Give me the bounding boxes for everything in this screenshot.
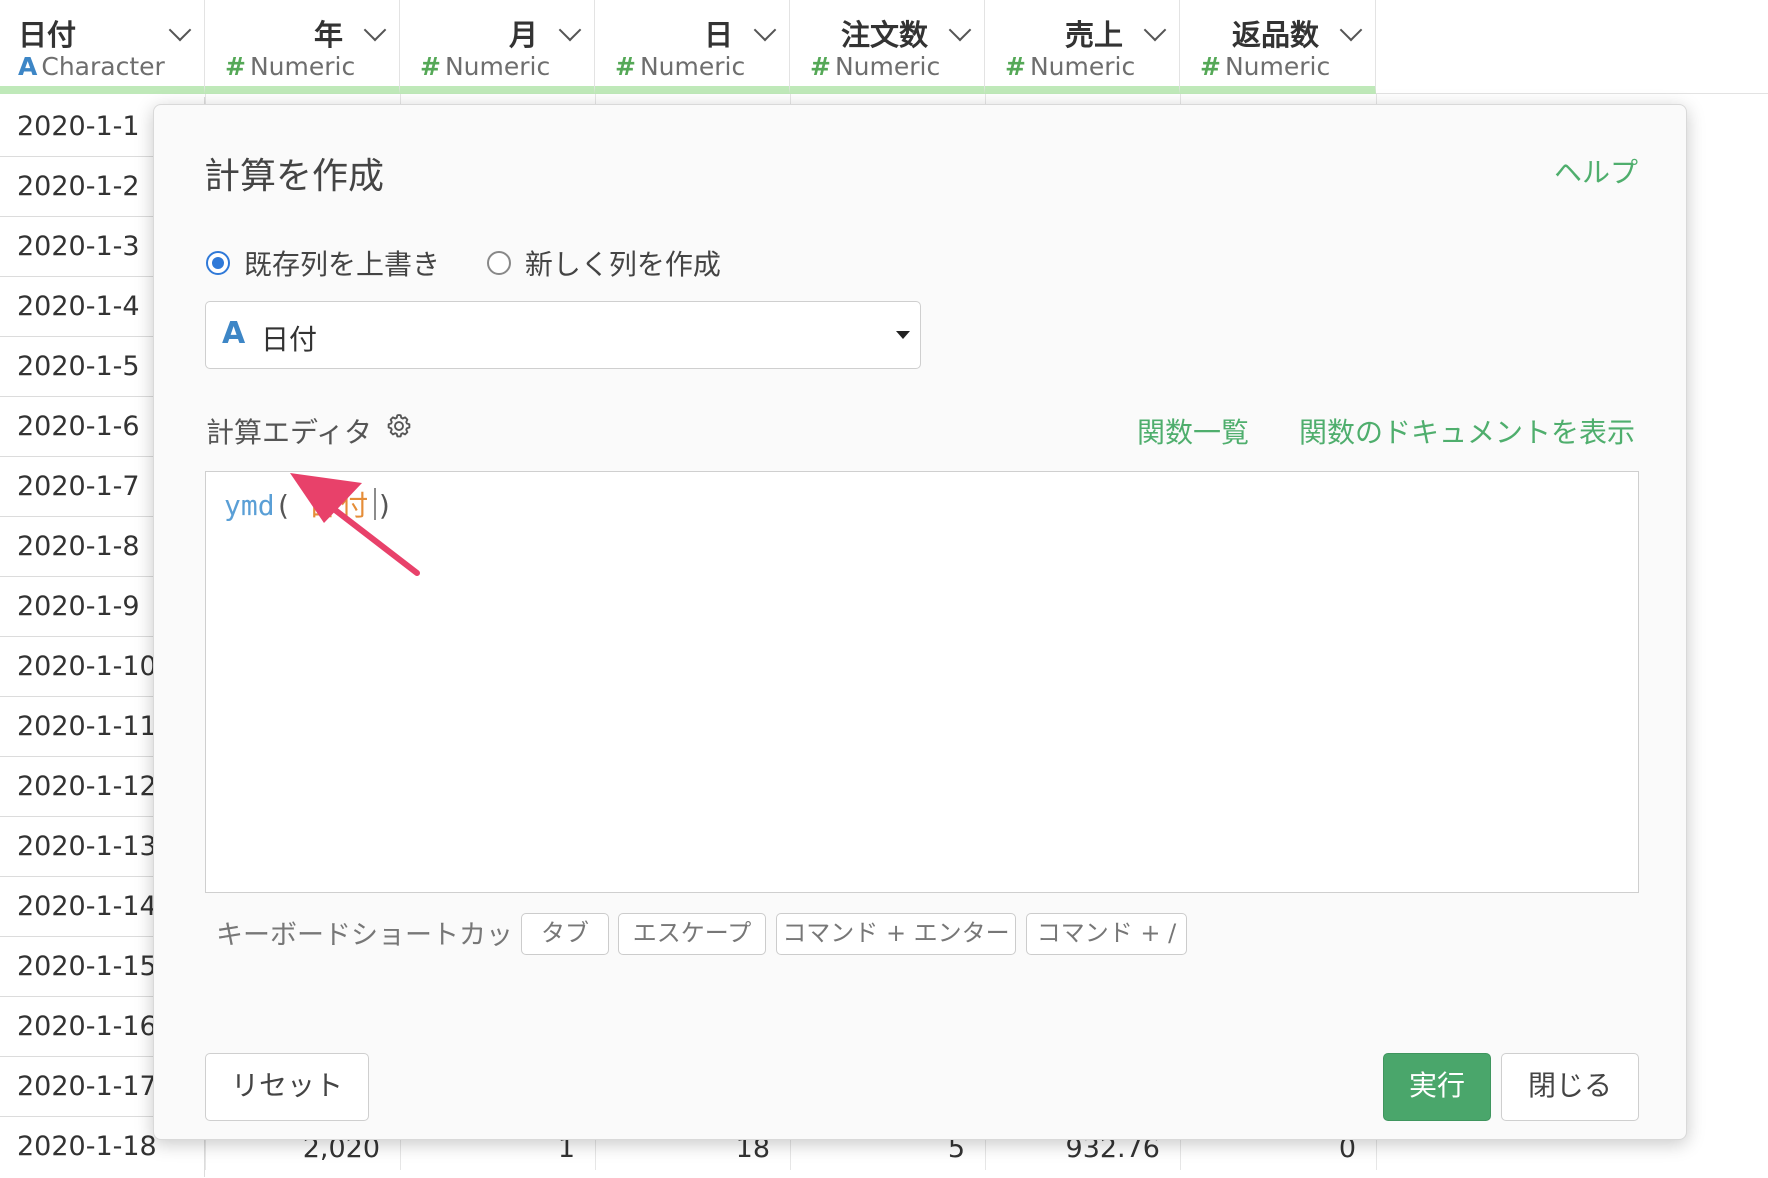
column-name: 返品数 [1231, 18, 1319, 52]
column-header-orders[interactable]: 注文数 # Numeric [790, 0, 985, 94]
column-type: # Numeric [615, 52, 745, 81]
column-name: 注文数 [840, 18, 928, 52]
column-type-label: Numeric [1224, 52, 1331, 81]
function-list-link[interactable]: 関数一覧 [1137, 411, 1249, 451]
code-line: ymd( 日付) [224, 484, 393, 524]
dialog-title: 計算を作成 [204, 156, 385, 197]
column-type: # Numeric [420, 52, 550, 81]
numeric-type-icon: # [615, 52, 636, 81]
shortcut-cmd-enter: コマンド + エンター [776, 913, 1016, 955]
column-header-year[interactable]: 年 # Numeric [205, 0, 400, 94]
chevron-down-icon[interactable] [948, 18, 972, 42]
column-type-label: Numeric [249, 52, 356, 81]
shortcut-tab: タブ [521, 913, 609, 955]
character-type-icon: A [18, 52, 38, 81]
run-button[interactable]: 実行 [1383, 1053, 1491, 1121]
editor-label: 計算エディタ [206, 416, 373, 449]
column-name: 月 [508, 18, 538, 52]
create-calculation-dialog: 計算を作成 ヘルプ 既存列を上書き 新しく列を作成 A 日付 計算エディタ 関数… [153, 104, 1687, 1140]
column-type: # Numeric [225, 52, 355, 81]
radio-overwrite[interactable] [206, 251, 230, 275]
function-docs-link[interactable]: 関数のドキュメントを表示 [1299, 411, 1635, 451]
chevron-down-icon[interactable] [168, 18, 192, 42]
column-header-month[interactable]: 月 # Numeric [400, 0, 595, 94]
column-type: # Numeric [1005, 52, 1135, 81]
numeric-type-icon: # [1200, 52, 1221, 81]
column-header-date[interactable]: 日付 A Character [0, 0, 205, 94]
column-type-label: Character [41, 52, 165, 81]
column-type-label: Numeric [639, 52, 746, 81]
radio-overwrite-label: 既存列を上書き [244, 248, 441, 281]
character-type-icon: A [222, 316, 246, 351]
numeric-type-icon: # [420, 52, 441, 81]
chevron-down-icon[interactable] [558, 18, 582, 42]
caret-down-icon [896, 331, 910, 339]
code-close-paren: ) [376, 489, 394, 522]
column-type-label: Numeric [834, 52, 941, 81]
column-type-label: Numeric [1029, 52, 1136, 81]
close-button[interactable]: 閉じる [1501, 1053, 1639, 1121]
column-header-sales[interactable]: 売上 # Numeric [985, 0, 1180, 94]
code-function: ymd [224, 489, 275, 522]
code-column-ref: 日付 [308, 489, 373, 522]
calculation-editor[interactable]: ymd( 日付) [205, 471, 1639, 893]
column-name: 売上 [1064, 18, 1123, 52]
column-type-label: Numeric [444, 52, 551, 81]
column-header-day[interactable]: 日 # Numeric [595, 0, 790, 94]
radio-overwrite-option[interactable]: 既存列を上書き [206, 243, 440, 283]
target-column-select[interactable]: A 日付 [205, 301, 921, 369]
shortcuts-label: キーボードショートカット: [216, 920, 550, 951]
column-type: # Numeric [1200, 52, 1330, 81]
column-name: 日付 [18, 18, 77, 52]
column-type: # Numeric [810, 52, 940, 81]
chevron-down-icon[interactable] [1339, 18, 1363, 42]
column-name: 日 [703, 18, 733, 52]
selected-column-label: 日付 [261, 323, 318, 356]
chevron-down-icon[interactable] [1143, 18, 1167, 42]
column-header-returns[interactable]: 返品数 # Numeric [1180, 0, 1376, 94]
radio-new[interactable] [486, 251, 511, 275]
help-link[interactable]: ヘルプ [1554, 151, 1638, 191]
gear-icon[interactable] [384, 411, 414, 441]
numeric-type-icon: # [810, 52, 831, 81]
column-name: 年 [313, 18, 343, 52]
radio-new-option[interactable]: 新しく列を作成 [486, 243, 721, 283]
numeric-type-icon: # [1005, 52, 1026, 81]
radio-new-label: 新しく列を作成 [524, 248, 721, 281]
column-type: A Character [18, 52, 165, 81]
chevron-down-icon[interactable] [753, 18, 777, 42]
mode-radio-group: 既存列を上書き 新しく列を作成 [206, 243, 759, 283]
code-open-paren: ( [274, 489, 292, 522]
reset-button[interactable]: リセット [205, 1053, 369, 1121]
numeric-type-icon: # [225, 52, 246, 81]
shortcut-cmd-slash: コマンド + / [1026, 913, 1187, 955]
chevron-down-icon[interactable] [363, 18, 387, 42]
header-filler [1376, 0, 1768, 94]
shortcut-escape: エスケープ [618, 913, 766, 955]
